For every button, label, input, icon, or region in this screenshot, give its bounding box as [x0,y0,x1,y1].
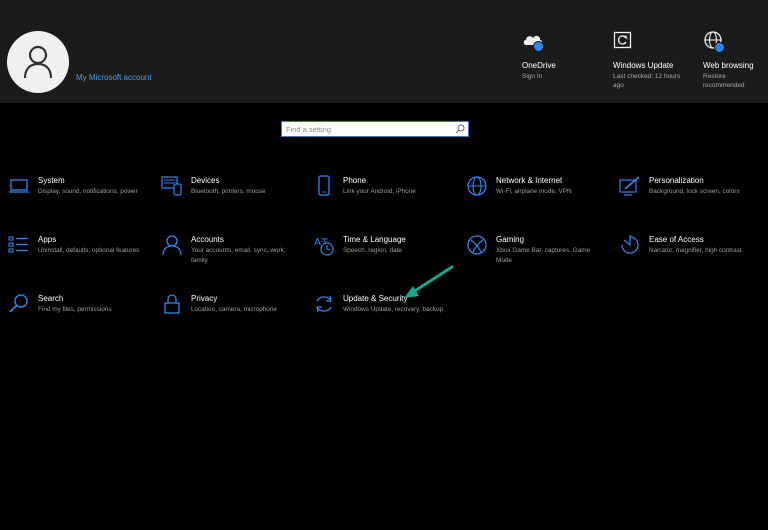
category-description: Narrator, magnifier, high contrast [649,247,742,254]
onedrive-title: OneDrive [522,61,556,70]
web-browsing-shortcut[interactable]: Web browsing Restore recommended [703,30,763,90]
category-accounts[interactable]: Accounts Your accounts, email, sync, wor… [161,234,301,265]
globe-icon [467,176,487,196]
web-browsing-icon [703,30,729,56]
category-system[interactable]: System Display, sound, notifications, po… [8,175,148,197]
category-description: Display, sound, notifications, power [38,188,138,195]
category-update-security[interactable]: Update & Security Windows Update, recove… [313,293,453,315]
category-title: Apps [38,235,57,244]
category-title: Privacy [191,294,218,303]
windows-update-status: Last checked: 12 hours ago [613,73,681,89]
windows-update-icon [613,30,639,56]
category-gaming[interactable]: Gaming Xbox Game Bar, captures, Game Mod… [466,234,606,265]
xbox-icon [467,235,487,255]
category-description: Xbox Game Bar, captures, Game Mode [496,247,591,264]
category-description: Wi-Fi, airplane mode, VPN [496,188,572,195]
windows-update-title: Windows Update [613,61,674,70]
personalization-icon [619,176,640,196]
category-title: Time & Language [343,235,406,244]
category-devices[interactable]: Devices Bluetooth, printers, mouse [161,175,301,197]
time-language-icon: A 字 [314,236,334,256]
laptop-icon [9,179,29,193]
sync-icon [316,295,332,313]
search-input[interactable] [286,123,446,135]
user-icon [23,45,53,79]
ease-of-access-icon [621,235,639,254]
web-browsing-title: Web browsing [703,61,754,70]
person-icon [162,235,182,256]
category-description: Link your Android, iPhone [343,188,416,195]
category-phone[interactable]: Phone Link your Android, iPhone [313,175,453,197]
category-title: Devices [191,176,220,185]
category-time-language[interactable]: A 字 Time & Language Speech, region, date [313,234,453,256]
category-description: Location, camera, microphone [191,306,277,313]
lock-icon [164,294,180,314]
category-description: Background, lock screen, colors [649,188,740,195]
category-apps[interactable]: Apps Uninstall, defaults, optional featu… [8,234,148,256]
apps-icon [8,236,28,253]
web-browsing-status: Restore recommended [703,73,745,89]
account-header: My Microsoft account OneDrive Sign In Wi… [0,0,768,103]
find-setting-search-box [281,121,469,137]
avatar[interactable] [7,31,69,93]
onedrive-shortcut[interactable]: OneDrive Sign In [522,30,602,81]
devices-icon [161,176,182,196]
category-description: Windows Update, recovery, backup [343,306,444,313]
category-description: Speech, region, date [343,247,402,254]
category-title: Search [38,294,64,303]
onedrive-status: Sign In [522,73,543,80]
category-privacy[interactable]: Privacy Location, camera, microphone [161,293,301,315]
category-title: Personalization [649,176,704,185]
category-network-internet[interactable]: Network & Internet Wi-Fi, airplane mode,… [466,175,606,197]
category-title: Accounts [191,235,224,244]
category-search[interactable]: Search Find my files, permissions [8,293,148,315]
category-title: Update & Security [343,294,408,303]
category-description: Uninstall, defaults, optional features [38,247,140,254]
category-description: Bluetooth, printers, mouse [191,188,266,195]
category-ease-of-access[interactable]: Ease of Access Narrator, magnifier, high… [619,234,759,256]
phone-icon [318,175,330,196]
category-personalization[interactable]: Personalization Background, lock screen,… [619,175,759,197]
category-title: Ease of Access [649,235,704,244]
category-title: Network & Internet [496,176,563,185]
category-description: Your accounts, email, sync, work, family [191,247,286,264]
my-microsoft-account-link[interactable]: My Microsoft account [76,73,152,82]
onedrive-icon [522,30,548,56]
category-description: Find my files, permissions [38,306,112,313]
windows-update-shortcut[interactable]: Windows Update Last checked: 12 hours ag… [613,30,685,90]
category-title: Phone [343,176,367,185]
search-icon[interactable] [455,124,465,134]
search-icon [9,294,28,313]
category-title: System [38,176,65,185]
svg-text:A: A [314,237,321,248]
category-title: Gaming [496,235,525,244]
